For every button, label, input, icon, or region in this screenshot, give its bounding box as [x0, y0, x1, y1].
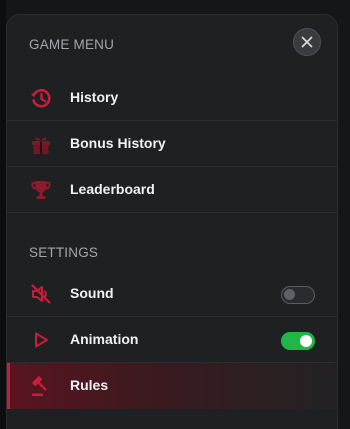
page: GAME MENU History Bonus History Leaderbo… [0, 0, 350, 429]
settings-item-animation[interactable]: Animation [7, 317, 337, 363]
menu-header: GAME MENU [7, 15, 337, 75]
gift-icon [29, 132, 53, 156]
close-button[interactable] [293, 28, 321, 56]
toggle-knob [284, 289, 295, 300]
sound-toggle[interactable] [281, 286, 315, 304]
settings-item-rules[interactable]: Rules [7, 363, 337, 409]
settings-item-sound[interactable]: Sound [7, 271, 337, 317]
trophy-icon [29, 178, 53, 202]
gavel-icon [29, 374, 53, 398]
history-icon [29, 86, 53, 110]
sound-muted-icon [29, 282, 53, 306]
history-label: History [70, 89, 119, 105]
settings-title: SETTINGS [29, 245, 99, 260]
leaderboard-label: Leaderboard [70, 181, 155, 197]
game-menu-title: GAME MENU [29, 37, 115, 52]
bonus-history-label: Bonus History [70, 135, 166, 151]
close-icon [301, 36, 313, 48]
animation-toggle[interactable] [281, 332, 315, 350]
settings-header: SETTINGS [7, 225, 337, 271]
sound-label: Sound [70, 285, 114, 301]
game-menu-panel: GAME MENU History Bonus History Leaderbo… [6, 14, 338, 429]
menu-item-history[interactable]: History [7, 75, 337, 121]
play-icon [29, 328, 53, 352]
rules-label: Rules [70, 377, 109, 393]
menu-item-leaderboard[interactable]: Leaderboard [7, 167, 337, 213]
menu-item-bonus-history[interactable]: Bonus History [7, 121, 337, 167]
toggle-knob [300, 335, 312, 347]
animation-label: Animation [70, 331, 139, 347]
